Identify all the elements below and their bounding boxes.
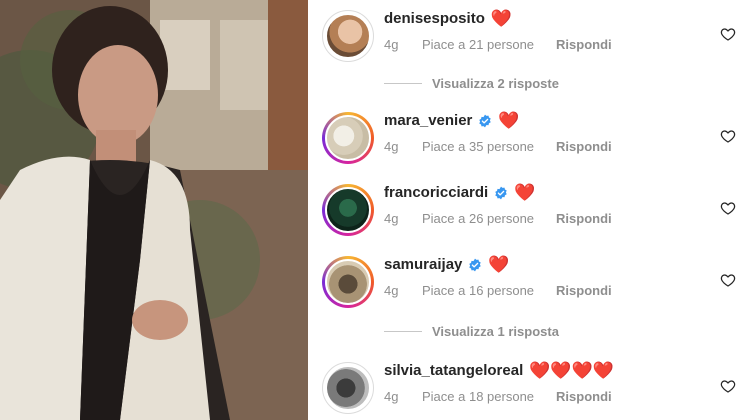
heart-outline-icon[interactable] xyxy=(720,272,736,288)
divider-line xyxy=(384,83,422,84)
comment-time: 4g xyxy=(384,37,399,52)
avatar[interactable] xyxy=(322,112,374,164)
comment-item: mara_venier ❤️ 4g Piace a 35 persone Ris… xyxy=(322,112,740,172)
comment-username[interactable]: mara_venier xyxy=(384,112,472,129)
comment-text: ❤️ xyxy=(490,9,513,28)
comment-time: 4g xyxy=(384,389,399,404)
comment-likes[interactable]: Piace a 21 persone xyxy=(422,37,534,52)
comment-username[interactable]: francoricciardi xyxy=(384,184,488,201)
post-photo xyxy=(0,0,308,420)
comment-likes[interactable]: Piace a 35 persone xyxy=(422,139,534,154)
comment-item: silvia_tatangeloreal ❤️❤️❤️❤️ 4g Piace a… xyxy=(322,362,740,420)
view-replies-button[interactable]: Visualizza 2 risposte xyxy=(384,76,559,91)
heart-outline-icon[interactable] xyxy=(720,128,736,144)
comment-username[interactable]: silvia_tatangeloreal xyxy=(384,362,523,379)
comment-text: ❤️ xyxy=(498,111,520,130)
comment-likes[interactable]: Piace a 18 persone xyxy=(422,389,534,404)
comment-username[interactable]: samuraijay xyxy=(384,256,462,273)
reply-button[interactable]: Rispondi xyxy=(556,389,612,404)
avatar[interactable] xyxy=(322,10,374,62)
comment-likes[interactable]: Piace a 16 persone xyxy=(422,283,534,298)
avatar[interactable] xyxy=(322,184,374,236)
verified-badge-icon xyxy=(495,186,507,199)
comment-item: denisesposito ❤️ 4g Piace a 21 persone R… xyxy=(322,10,740,70)
comment-username[interactable]: denisesposito xyxy=(384,10,485,27)
view-replies-label: Visualizza 2 risposte xyxy=(432,76,559,91)
comment-text: ❤️❤️❤️❤️ xyxy=(529,361,614,380)
comment-time: 4g xyxy=(384,211,399,226)
comment-time: 4g xyxy=(384,139,399,154)
avatar[interactable] xyxy=(322,256,374,308)
comment-item: francoricciardi ❤️ 4g Piace a 26 persone… xyxy=(322,184,740,244)
comment-time: 4g xyxy=(384,283,399,298)
comment-item: samuraijay ❤️ 4g Piace a 16 persone Risp… xyxy=(322,256,740,316)
comment-likes[interactable]: Piace a 26 persone xyxy=(422,211,534,226)
heart-outline-icon[interactable] xyxy=(720,378,736,394)
divider-line xyxy=(384,331,422,332)
heart-outline-icon[interactable] xyxy=(720,26,736,42)
comment-text: ❤️ xyxy=(514,183,536,202)
reply-button[interactable]: Rispondi xyxy=(556,211,612,226)
heart-outline-icon[interactable] xyxy=(720,200,736,216)
view-replies-button[interactable]: Visualizza 1 risposta xyxy=(384,324,559,339)
verified-badge-icon xyxy=(479,114,492,127)
reply-button[interactable]: Rispondi xyxy=(556,139,612,154)
avatar[interactable] xyxy=(322,362,374,414)
comment-text: ❤️ xyxy=(488,255,510,274)
comments-panel: denisesposito ❤️ 4g Piace a 21 persone R… xyxy=(308,0,740,420)
reply-button[interactable]: Rispondi xyxy=(556,37,612,52)
verified-badge-icon xyxy=(469,258,482,271)
reply-button[interactable]: Rispondi xyxy=(556,283,612,298)
view-replies-label: Visualizza 1 risposta xyxy=(432,324,559,339)
